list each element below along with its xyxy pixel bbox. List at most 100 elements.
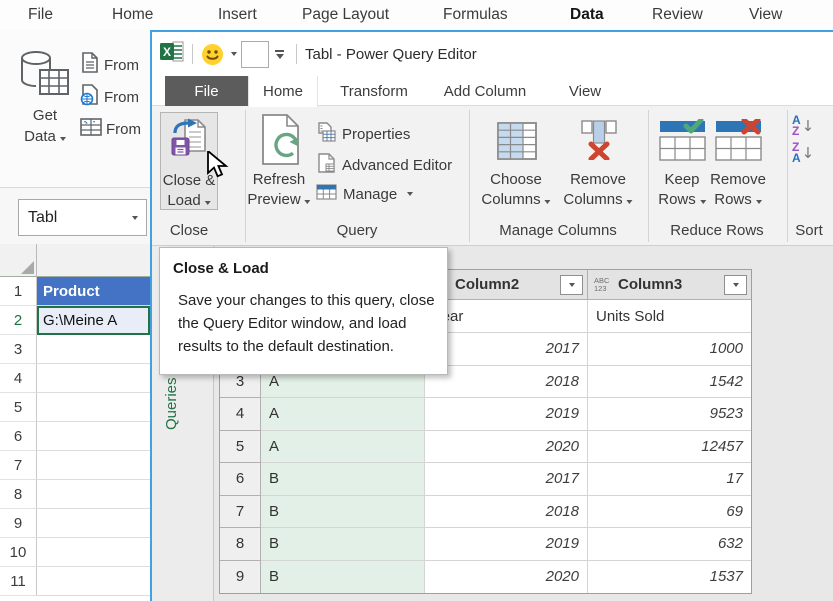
- excel-grid-row: 3: [0, 335, 150, 364]
- from-web-button[interactable]: From: [80, 84, 139, 110]
- customize-toolbar-button[interactable]: [275, 50, 284, 59]
- filter-dropdown-button[interactable]: [560, 275, 583, 295]
- get-data-button[interactable]: Get Data: [14, 50, 76, 147]
- excel-cell-a1[interactable]: Product: [37, 277, 150, 306]
- pq-cell-column3[interactable]: 1000: [588, 333, 751, 366]
- excel-row-header[interactable]: 6: [0, 422, 37, 451]
- pq-tab-file[interactable]: File: [165, 76, 248, 106]
- excel-cell-a9[interactable]: [37, 509, 150, 538]
- pq-row-number[interactable]: 9: [220, 561, 261, 594]
- excel-row-header[interactable]: 10: [0, 538, 37, 567]
- choose-columns-button[interactable]: Choose Columns: [481, 170, 550, 210]
- excel-grid-row: 1Product: [0, 277, 150, 306]
- pq-cell-column1[interactable]: B: [261, 528, 425, 561]
- pq-tab-home[interactable]: Home: [248, 76, 318, 107]
- excel-row-header[interactable]: 7: [0, 451, 37, 480]
- pq-cell-column1[interactable]: A: [261, 431, 425, 464]
- sort-descending-button[interactable]: Z A ↓: [792, 142, 814, 164]
- pq-cell-column3[interactable]: 1537: [588, 561, 751, 594]
- pq-cell-column3[interactable]: Units Sold: [588, 300, 751, 333]
- excel-cell-a5[interactable]: [37, 393, 150, 422]
- pq-title-bar[interactable]: X Tabl - Power Query Editor: [152, 32, 833, 76]
- type-badge-icon: ABC123: [594, 277, 618, 293]
- excel-tab-formulas[interactable]: Formulas: [443, 6, 508, 24]
- refresh-preview-button[interactable]: Refresh Preview: [247, 170, 310, 210]
- excel-row-header[interactable]: 11: [0, 567, 37, 596]
- pq-tab-add-column[interactable]: Add Column: [430, 76, 540, 106]
- pq-row-number[interactable]: 4: [220, 398, 261, 431]
- properties-button[interactable]: Properties: [317, 122, 410, 146]
- remove-columns-icon: [579, 120, 619, 165]
- pq-cell-column3[interactable]: 12457: [588, 431, 751, 464]
- pq-cell-column3[interactable]: 69: [588, 496, 751, 529]
- pq-tab-view[interactable]: View: [540, 76, 630, 106]
- pq-cell-column3[interactable]: 17: [588, 463, 751, 496]
- excel-tab-view[interactable]: View: [749, 6, 782, 24]
- pq-header-column2[interactable]: ABC123 Column2: [425, 270, 588, 300]
- feedback-smiley-button[interactable]: [201, 43, 237, 66]
- remove-columns-button[interactable]: Remove Columns: [563, 170, 632, 210]
- quick-access-box[interactable]: [241, 41, 269, 68]
- pq-cell-column1[interactable]: B: [261, 496, 425, 529]
- excel-cell-a4[interactable]: [37, 364, 150, 393]
- excel-row-header[interactable]: 2: [0, 306, 37, 335]
- pq-tab-transform[interactable]: Transform: [318, 76, 430, 106]
- remove-rows-button[interactable]: Remove Rows: [710, 170, 766, 210]
- pq-cell-column3[interactable]: 632: [588, 528, 751, 561]
- pq-cell-column1[interactable]: B: [261, 561, 425, 594]
- excel-row-header[interactable]: 9: [0, 509, 37, 538]
- pq-row-number[interactable]: 8: [220, 528, 261, 561]
- excel-cell-a8[interactable]: [37, 480, 150, 509]
- excel-tab-review[interactable]: Review: [652, 6, 703, 24]
- excel-cell-a10[interactable]: [37, 538, 150, 567]
- pq-cell-column2[interactable]: 2020: [425, 561, 588, 594]
- pq-cell-column1[interactable]: B: [261, 463, 425, 496]
- name-box-caret-icon[interactable]: [132, 216, 138, 220]
- pq-cell-column2[interactable]: 2018: [425, 366, 588, 399]
- excel-tab-insert[interactable]: Insert: [218, 6, 257, 24]
- formula-bar-row: Tabl: [0, 188, 150, 244]
- pq-row-number[interactable]: 7: [220, 496, 261, 529]
- excel-row-header[interactable]: 8: [0, 480, 37, 509]
- get-data-icon: [19, 87, 71, 104]
- excel-cell-a6[interactable]: [37, 422, 150, 451]
- manage-button[interactable]: Manage: [316, 184, 413, 204]
- excel-tab-file[interactable]: File: [28, 6, 53, 24]
- pq-cell-column2[interactable]: 2019: [425, 528, 588, 561]
- pq-cell-column2[interactable]: 2020: [425, 431, 588, 464]
- excel-row-header[interactable]: 3: [0, 335, 37, 364]
- from-text-csv-button[interactable]: From: [80, 52, 139, 78]
- sort-ascending-button[interactable]: A Z ↓: [792, 115, 814, 137]
- excel-tab-data[interactable]: Data: [570, 6, 604, 24]
- keep-rows-button[interactable]: Keep Rows: [658, 170, 706, 210]
- excel-tab-home[interactable]: Home: [112, 6, 153, 24]
- pq-cell-column2[interactable]: 2017: [425, 463, 588, 496]
- pq-cell-column3[interactable]: 9523: [588, 398, 751, 431]
- pq-cell-column2[interactable]: 2017: [425, 333, 588, 366]
- excel-row-header[interactable]: 1: [0, 277, 37, 306]
- pq-cell-column1[interactable]: A: [261, 398, 425, 431]
- excel-row-header[interactable]: 5: [0, 393, 37, 422]
- column-a-header[interactable]: [37, 244, 150, 277]
- pq-cell-column2[interactable]: 2018: [425, 496, 588, 529]
- pq-cell-column2[interactable]: Year: [425, 300, 588, 333]
- group-separator: [648, 110, 649, 242]
- name-box[interactable]: Tabl: [18, 199, 147, 236]
- excel-cell-a2[interactable]: G:\Meine A: [37, 306, 150, 335]
- customize-toolbar-bar-icon: [275, 50, 284, 52]
- excel-cell-a11[interactable]: [37, 567, 150, 596]
- pq-row-number[interactable]: 6: [220, 463, 261, 496]
- pq-row-number[interactable]: 5: [220, 431, 261, 464]
- pq-cell-column2[interactable]: 2019: [425, 398, 588, 431]
- manage-label: Manage: [343, 186, 397, 203]
- excel-cell-a3[interactable]: [37, 335, 150, 364]
- advanced-editor-button[interactable]: Advanced Editor: [317, 153, 452, 177]
- excel-tab-page-layout[interactable]: Page Layout: [302, 6, 389, 24]
- select-all-corner[interactable]: [0, 244, 37, 277]
- pq-header-column3[interactable]: ABC123 Column3: [588, 270, 751, 300]
- filter-dropdown-button[interactable]: [724, 275, 747, 295]
- pq-cell-column3[interactable]: 1542: [588, 366, 751, 399]
- excel-row-header[interactable]: 4: [0, 364, 37, 393]
- excel-cell-a7[interactable]: [37, 451, 150, 480]
- from-table-range-button[interactable]: From: [80, 116, 141, 142]
